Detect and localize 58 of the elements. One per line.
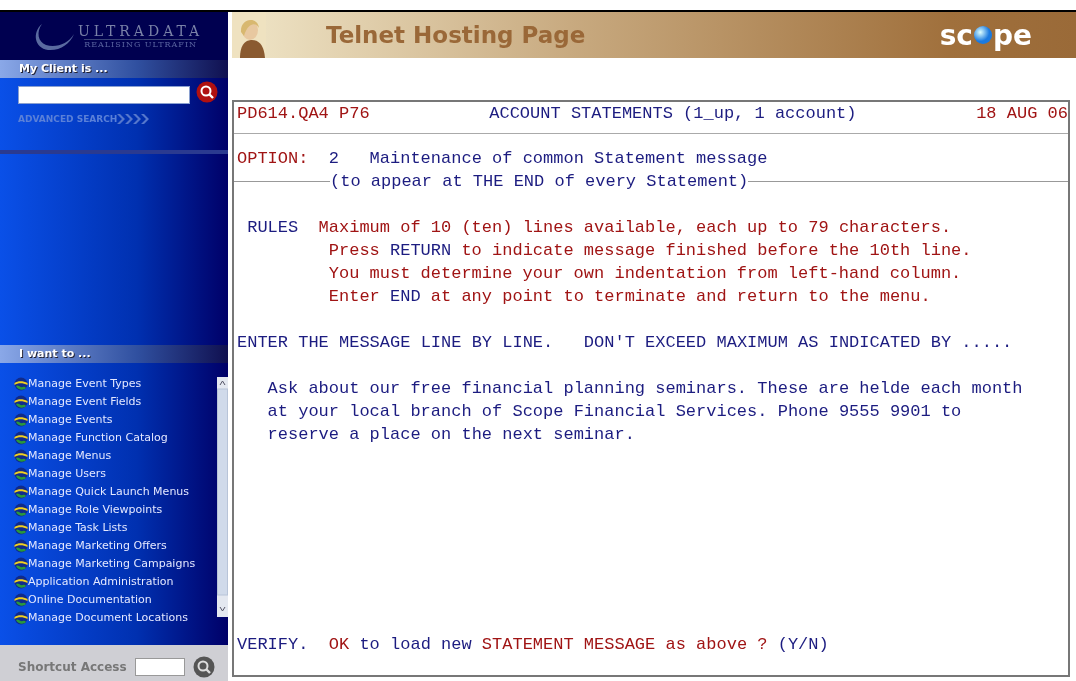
screen-code: PD614.QA4 P76 [237,103,370,125]
menu-item[interactable]: Application Administration [14,573,212,591]
globe-icon [14,575,28,589]
logo-tagline: REALISING ULTRAFIN [84,39,198,49]
menu-item[interactable]: Manage Task Lists [14,519,212,537]
option-subtitle: (to appear at THE END of every Statement) [330,171,749,193]
message-line: Ask about our free financial planning seminars. These are helde each month [266,378,1024,400]
menu-item[interactable]: Manage Role Viewpoints [14,501,212,519]
rule-text: You must determine your own indentation from left-hand column. [327,263,963,285]
rule-text: Maximum of 10 (ten) lines available, each up to 79 characters. [318,217,953,239]
search-icon[interactable] [196,81,218,103]
message-line: reserve a place on the next seminar. [266,424,636,446]
option-number: 2 [328,148,339,170]
screen-date: 18 AUG 06 [976,103,1068,125]
menu-item[interactable]: Manage Quick Launch Menus [14,483,212,501]
menu-item[interactable]: Manage Marketing Offers [14,537,212,555]
scrollbar[interactable] [217,377,228,617]
menu-item[interactable]: Manage Events [14,411,212,429]
verify-label: VERIFY. [237,634,309,656]
screen-title: ACCOUNT STATEMENTS (1_up, 1 account) [489,103,857,125]
globe-icon [14,503,28,517]
section-heading: My Client is ... [0,60,228,78]
globe-icon [14,521,28,535]
menu-item[interactable]: Manage Marketing Campaigns [14,555,212,573]
menu-item[interactable]: Online Documentation [14,591,212,609]
menu-item[interactable]: Manage Event Fields [14,393,212,411]
globe-icon [14,485,28,499]
menu-item[interactable]: Manage Event Types [14,375,212,393]
rule-text: Enter END at any point to terminate and return to the menu. [327,286,932,308]
globe-icon [14,539,28,553]
chevrons-icon [117,114,152,124]
globe-icon [14,557,28,571]
client-search-field[interactable] [18,86,190,104]
globe-icon [14,467,28,481]
option-description: Maintenance of common Statement message [369,148,768,170]
menu-item[interactable]: Manage Users [14,465,212,483]
section-heading: I want to ... [0,345,228,363]
page-title: Telnet Hosting Page [326,22,586,48]
globe-icon [14,413,28,427]
globe-icon [14,377,28,391]
option-label: OPTION: [237,148,309,170]
rules-label: RULES [246,217,300,239]
shortcut-field[interactable] [134,658,185,676]
menu-item[interactable]: Manage Document Locations [14,609,212,627]
verify-prompt: OK to load new STATEMENT MESSAGE as above ? (Y/N) [328,634,829,656]
message-line: at your local branch of Scope Financial Services. Phone 9555 9901 to [266,401,963,423]
globe-icon [14,431,28,445]
menu-item[interactable]: Manage Menus [14,447,212,465]
logo-name: ULTRADATA [78,23,204,39]
globe-icon [14,611,28,625]
menu-item[interactable]: Manage Function Catalog [14,429,212,447]
rule-text: Press RETURN to indicate message finished before the 10th line. [327,240,972,262]
globe-icon [14,449,28,463]
scope-logo: sc pe [939,18,1032,52]
shortcut-label: Shortcut Access [18,660,127,674]
globe-icon [14,395,28,409]
globe-icon [14,593,28,607]
instruction-text: ENTER THE MESSAGE LINE BY LINE. DON'T EXCEED MAXIMUM AS INDICATED BY ..... [237,332,1014,354]
